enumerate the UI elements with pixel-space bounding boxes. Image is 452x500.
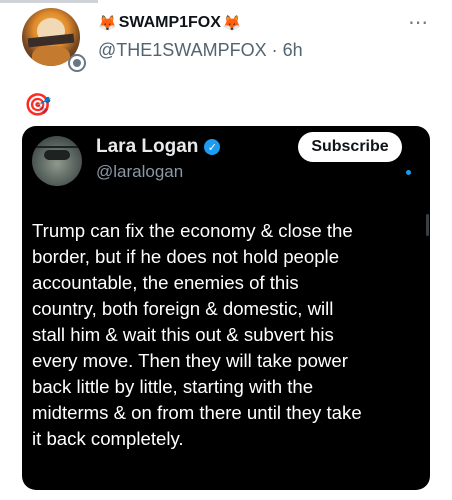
affiliation-badge-icon: [68, 54, 86, 72]
post-time[interactable]: 6h: [283, 40, 303, 60]
separator-dot: ·: [271, 40, 278, 60]
avatar-rotor: [36, 146, 78, 148]
fox-emoji-icon: 🦊: [222, 15, 242, 32]
unread-dot-icon: [406, 170, 411, 175]
text-line: stall him & wait this out & subvert his: [32, 324, 334, 345]
quoted-author-name[interactable]: Lara Logan ✓: [96, 136, 221, 158]
quoted-handle[interactable]: @laralogan: [96, 162, 183, 182]
text-line: accountable, the enemies of this: [32, 272, 299, 293]
fox-emoji-icon: 🦊: [98, 15, 117, 32]
quoted-post-text: Trump can fix the economy & close the bo…: [32, 218, 420, 452]
verified-check-icon: ✓: [204, 139, 221, 155]
author-name-text: SWAMP1FOX: [118, 14, 221, 31]
text-line: Trump can fix the economy & close the: [32, 220, 353, 241]
author-handle[interactable]: @THE1SWAMPFOX: [98, 40, 267, 60]
text-line: every move. Then they will take power: [32, 350, 348, 371]
avatar-body: [32, 46, 70, 66]
quoted-avatar[interactable]: [32, 136, 82, 186]
text-line: back little by little, starting with the: [32, 376, 314, 397]
subscribe-button[interactable]: Subscribe: [298, 132, 402, 162]
top-divider: [0, 0, 98, 3]
text-line: midterms & on from there until they take: [32, 402, 362, 423]
text-line: country, both foreign & domestic, will: [32, 298, 334, 319]
scrollbar[interactable]: [426, 214, 429, 236]
target-emoji-icon: 🎯: [24, 92, 52, 117]
more-dots-icon[interactable]: ⋯: [408, 10, 429, 35]
author-handle-time: @THE1SWAMPFOX · 6h: [98, 40, 303, 61]
text-line: border, but if he does not hold people: [32, 246, 340, 267]
quoted-name-text: Lara Logan: [96, 136, 199, 157]
author-display-name[interactable]: 🦊 SWAMP1FOX 🦊: [98, 14, 242, 32]
avatar-helicopter: [44, 150, 70, 160]
text-line: it back completely.: [32, 428, 184, 449]
quoted-post-card[interactable]: Lara Logan ✓ @laralogan Subscribe Trump …: [22, 126, 430, 490]
